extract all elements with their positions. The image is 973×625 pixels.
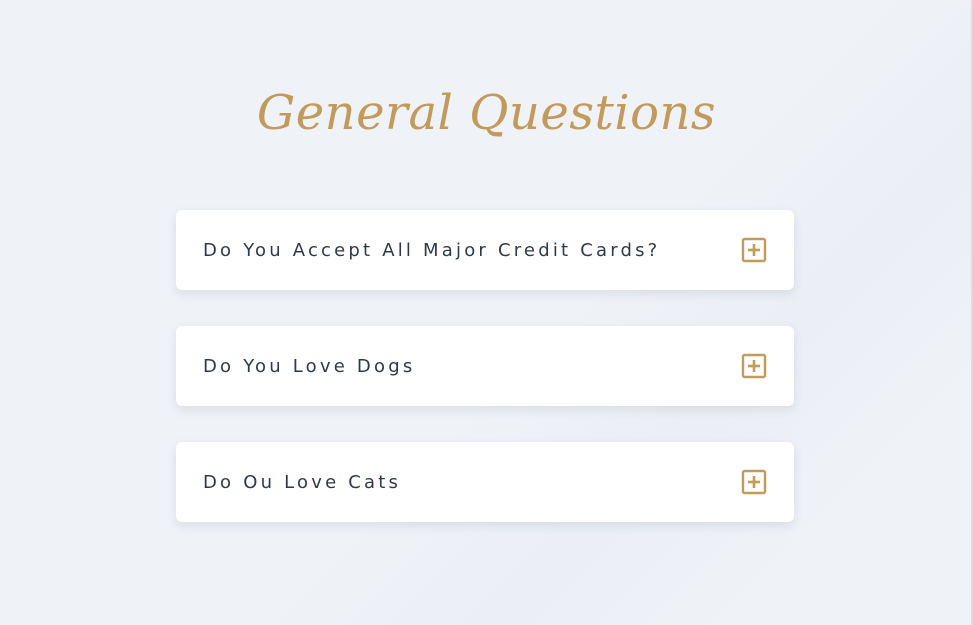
plus-square-icon[interactable] <box>741 353 767 379</box>
page-title: General Questions <box>256 85 717 141</box>
faq-item-dogs[interactable]: Do You Love Dogs <box>176 326 794 406</box>
faq-item-cats[interactable]: Do Ou Love Cats <box>176 442 794 522</box>
faq-item-credit-cards[interactable]: Do You Accept All Major Credit Cards? <box>176 210 794 290</box>
faq-question: Do You Love Dogs <box>203 355 416 377</box>
faq-accordion: Do You Accept All Major Credit Cards? Do… <box>176 210 794 558</box>
faq-question: Do Ou Love Cats <box>203 471 402 493</box>
faq-question: Do You Accept All Major Credit Cards? <box>203 239 661 261</box>
plus-square-icon[interactable] <box>741 469 767 495</box>
plus-square-icon[interactable] <box>741 237 767 263</box>
